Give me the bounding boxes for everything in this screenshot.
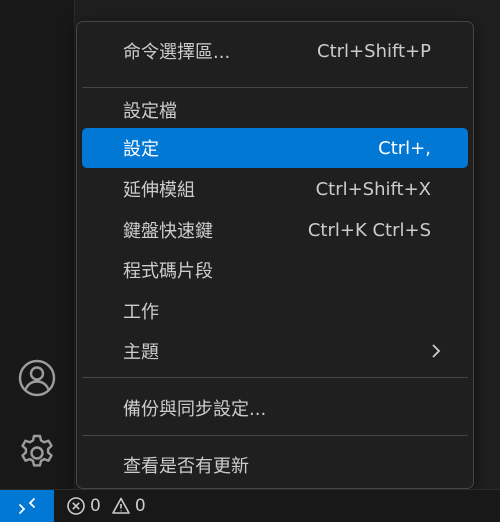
menu-item-label: 設定檔 (123, 101, 177, 122)
account-icon[interactable] (0, 348, 74, 408)
menu-item-extensions[interactable]: 延伸模組 Ctrl+Shift+X (82, 169, 468, 209)
warning-icon (112, 497, 130, 514)
menu-item-command-palette[interactable]: 命令選擇區... Ctrl+Shift+P (82, 31, 468, 71)
menu-item-backup-sync[interactable]: 備份與同步設定... (82, 388, 468, 428)
status-bar: 0 0 (0, 489, 500, 522)
menu-item-shortcut: Ctrl+, (378, 137, 431, 159)
menu-item-label: 主題 (123, 342, 159, 363)
menu-item-shortcut: Ctrl+K Ctrl+S (307, 219, 431, 241)
menu-item-snippets[interactable]: 程式碼片段 (82, 250, 468, 290)
menu-item-label: 延伸模組 (123, 180, 195, 201)
menu-item-shortcut: Ctrl+Shift+X (315, 178, 431, 200)
menu-item-themes[interactable]: 主題 (82, 331, 468, 371)
menu-item-shortcut: Ctrl+Shift+P (317, 40, 431, 62)
menu-item-label: 鍵盤快速鍵 (123, 221, 213, 242)
error-count: 0 (90, 496, 101, 516)
menu-item-settings[interactable]: 設定 Ctrl+, (82, 128, 468, 168)
menu-item-label: 查看是否有更新 (123, 456, 249, 477)
menu-item-tasks[interactable]: 工作 (82, 291, 468, 331)
remote-icon[interactable] (0, 490, 54, 522)
activity-bar (0, 0, 75, 490)
gear-icon[interactable] (0, 423, 74, 483)
menu-item-label: 備份與同步設定... (123, 399, 267, 420)
chevron-right-icon (432, 344, 441, 358)
menu-item-label: 設定 (123, 139, 159, 160)
warning-count: 0 (134, 496, 146, 516)
menu-item-label: 工作 (123, 302, 159, 323)
error-icon (67, 497, 85, 515)
manage-context-menu: 命令選擇區... Ctrl+Shift+P 設定檔 設定 Ctrl+, 延伸模組… (76, 21, 474, 489)
menu-item-profiles[interactable]: 設定檔 (82, 90, 468, 130)
menu-separator (82, 435, 468, 436)
menu-item-label: 程式碼片段 (123, 261, 213, 282)
problems-indicator[interactable]: 0 0 (66, 496, 152, 516)
menu-item-check-updates[interactable]: 查看是否有更新 (82, 445, 468, 485)
menu-separator (82, 87, 468, 88)
menu-item-keyboard-shortcuts[interactable]: 鍵盤快速鍵 Ctrl+K Ctrl+S (82, 210, 468, 250)
menu-item-label: 命令選擇區... (123, 42, 231, 63)
menu-separator (82, 377, 468, 378)
